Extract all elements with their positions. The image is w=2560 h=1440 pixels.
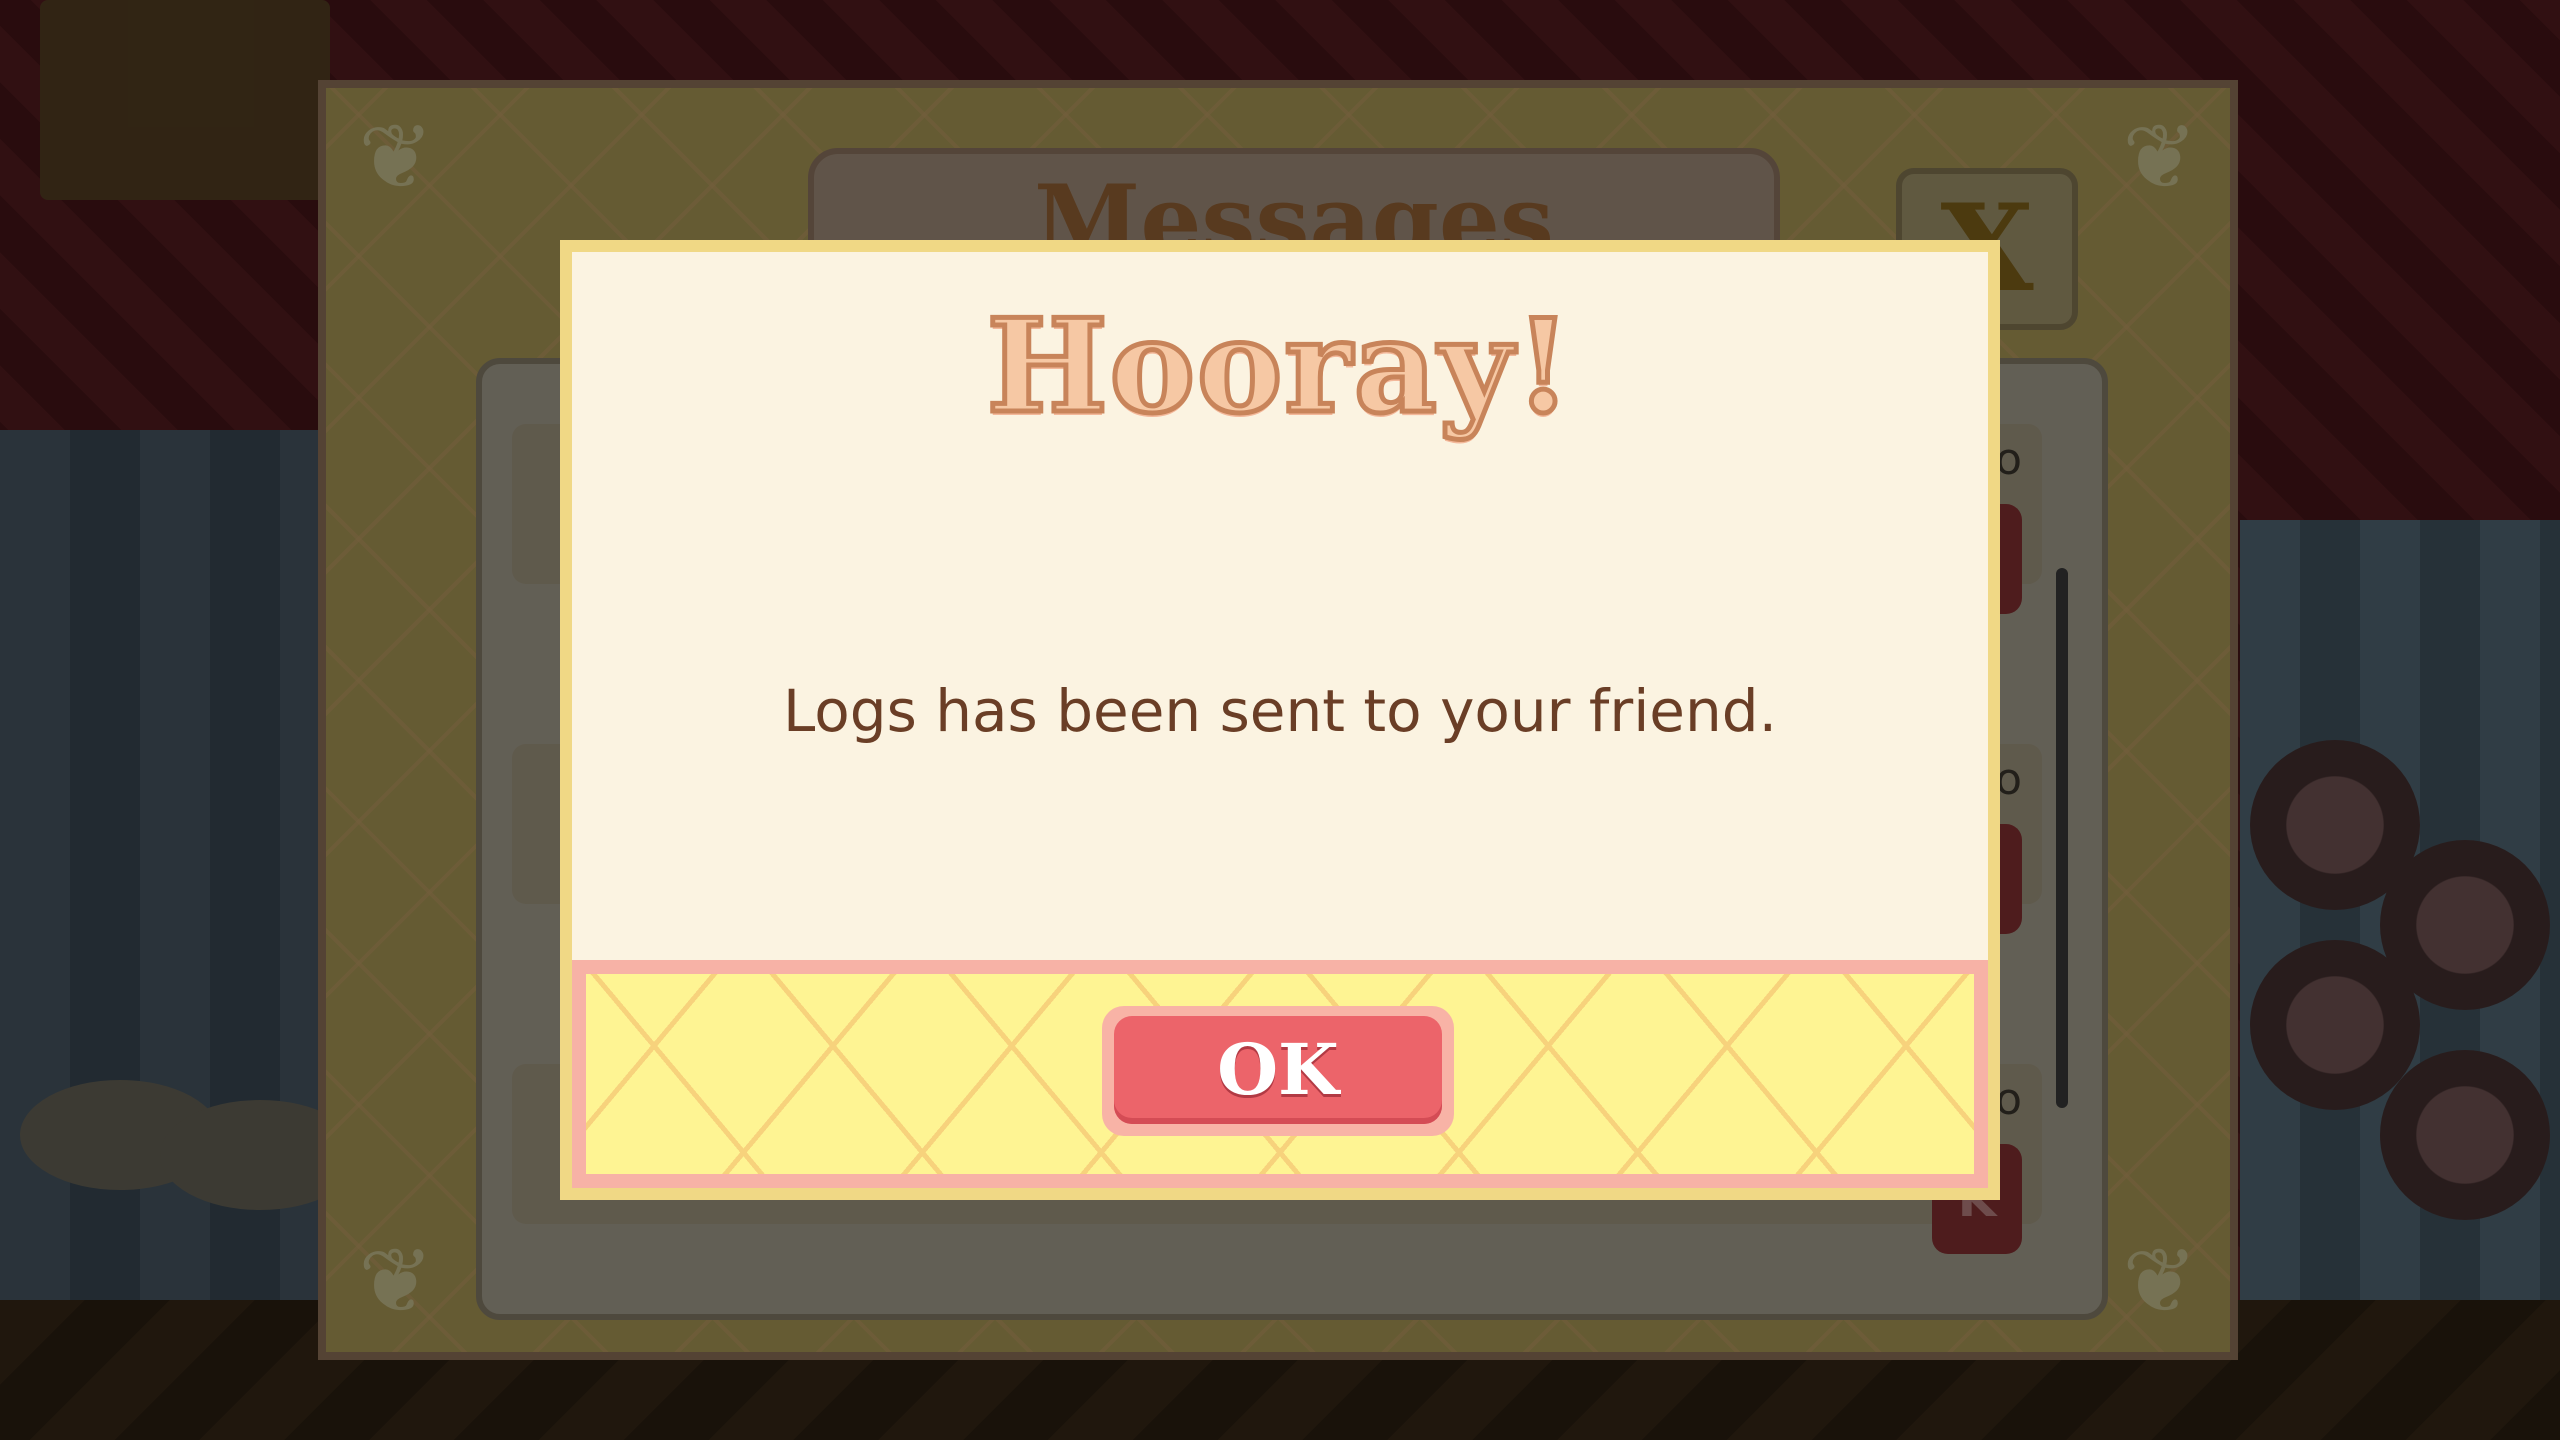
ok-button[interactable]: OK	[1102, 1006, 1454, 1136]
dialog-message: Logs has been sent to your friend.	[782, 677, 1777, 745]
ok-button-label: OK	[1217, 1028, 1339, 1111]
dialog-title: Hooray!	[984, 290, 1574, 445]
ok-button-face[interactable]: OK	[1114, 1016, 1442, 1124]
